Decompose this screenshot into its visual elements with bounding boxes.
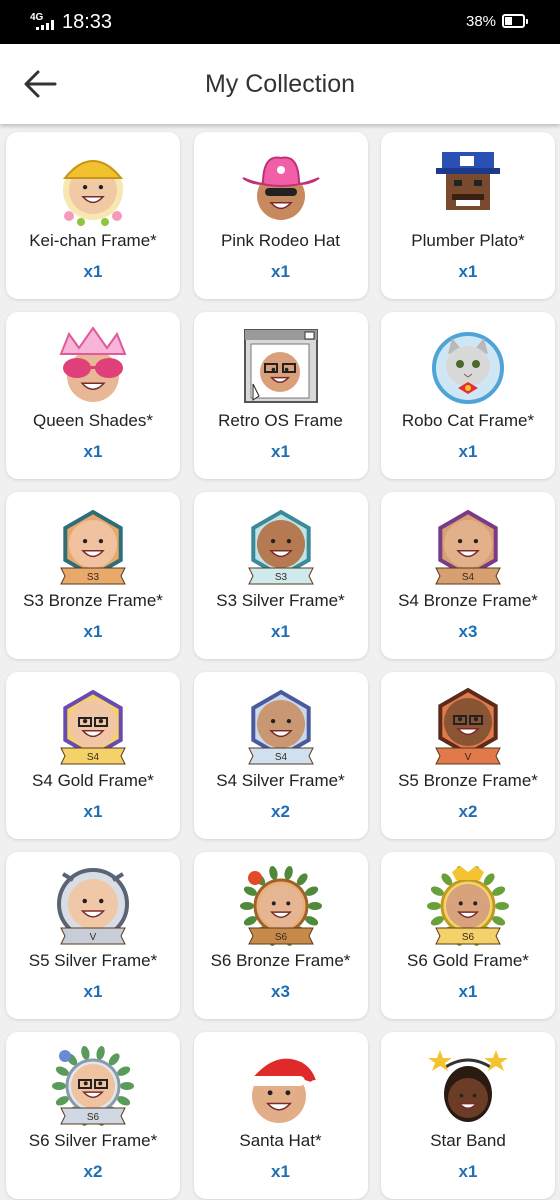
collection-grid: Kei-chan Frame* x1 Pink Rodeo Hat x1 Plumbe…	[6, 132, 555, 1199]
item-name: S6 Silver Frame*	[28, 1131, 158, 1150]
item-quantity: x1	[271, 622, 290, 641]
collection-item-card[interactable]: Robo Cat Frame* x1	[381, 312, 555, 479]
collection-item-card[interactable]: Santa Hat* x1	[193, 1032, 368, 1199]
item-name: S6 Gold Frame*	[407, 951, 529, 970]
s3-silver-frame-icon: S3	[239, 504, 323, 588]
item-name: S5 Silver Frame*	[28, 951, 158, 970]
pink-rodeo-hat-icon	[239, 144, 323, 228]
retro-os-frame-icon	[239, 324, 323, 408]
item-name: S4 Silver Frame*	[216, 771, 345, 790]
santa-hat-icon	[239, 1044, 323, 1128]
item-quantity: x1	[271, 262, 290, 281]
svg-text:V: V	[90, 932, 97, 943]
item-name: Robo Cat Frame*	[401, 411, 535, 430]
item-quantity: x1	[271, 442, 290, 461]
item-quantity: x1	[458, 982, 478, 1001]
svg-text:S6: S6	[274, 932, 287, 943]
collection-item-card[interactable]: S4 S4 Gold Frame* x1	[6, 672, 180, 839]
item-name: Pink Rodeo Hat	[220, 231, 341, 250]
collection-item-card[interactable]: Plumber Plato* x1	[381, 132, 555, 299]
s6-silver-frame-icon: S6	[51, 1044, 135, 1128]
battery-icon	[502, 14, 528, 28]
collection-item-card[interactable]: V S5 Silver Frame* x1	[6, 852, 180, 1019]
collection-item-card[interactable]: Star Band x1	[381, 1032, 555, 1199]
collection-item-card[interactable]: S3 S3 Bronze Frame* x1	[6, 492, 180, 659]
item-quantity: x2	[271, 802, 290, 821]
item-name: Queen Shades*	[32, 411, 154, 430]
collection-item-card[interactable]: S3 S3 Silver Frame* x1	[193, 492, 368, 659]
item-quantity: x1	[271, 1162, 290, 1181]
page-title: My Collection	[204, 70, 356, 98]
item-name: Plumber Plato*	[411, 231, 525, 250]
item-name: Retro OS Frame	[218, 411, 343, 430]
collection-item-card[interactable]: S4 S4 Bronze Frame* x3	[381, 492, 555, 659]
kei-chan-frame-icon	[51, 144, 135, 228]
s3-bronze-frame-icon: S3	[51, 504, 135, 588]
item-quantity: x1	[83, 802, 103, 821]
item-quantity: x1	[83, 442, 103, 461]
s5-bronze-frame-icon: V	[426, 684, 510, 768]
s4-bronze-frame-icon: S4	[426, 504, 510, 588]
battery-fill	[505, 17, 513, 25]
collection-item-card[interactable]: Queen Shades* x1	[6, 312, 180, 479]
svg-text:S6: S6	[87, 1112, 100, 1123]
item-name: Kei-chan Frame*	[29, 231, 157, 250]
collection-item-card[interactable]: V S5 Bronze Frame* x2	[381, 672, 555, 839]
item-name: S4 Bronze Frame*	[398, 591, 538, 610]
item-name: S6 Bronze Frame*	[210, 951, 351, 970]
item-name: S5 Bronze Frame*	[398, 771, 538, 790]
svg-text:V: V	[465, 752, 472, 763]
plumber-plato-icon	[426, 144, 510, 228]
item-quantity: x3	[458, 622, 478, 641]
item-quantity: x1	[458, 262, 478, 281]
item-quantity: x2	[458, 802, 478, 821]
status-bar: 4G 18:33 38%	[0, 0, 560, 44]
s4-gold-frame-icon: S4	[51, 684, 135, 768]
item-name: S4 Gold Frame*	[32, 771, 154, 790]
clock: 18:33	[62, 11, 113, 33]
collection-item-card[interactable]: S6 S6 Gold Frame* x1	[381, 852, 555, 1019]
item-quantity: x1	[83, 982, 103, 1001]
signal-icon	[36, 20, 56, 30]
robo-cat-frame-icon	[426, 324, 510, 408]
s4-silver-frame-icon: S4	[239, 684, 323, 768]
star-band-icon	[426, 1044, 510, 1128]
item-quantity: x3	[271, 982, 290, 1001]
item-quantity: x2	[83, 1162, 103, 1181]
s6-gold-frame-icon: S6	[426, 864, 510, 948]
item-name: S3 Bronze Frame*	[23, 591, 163, 610]
item-name: Star Band	[430, 1131, 506, 1150]
s5-silver-frame-icon: V	[51, 864, 135, 948]
collection-item-card[interactable]: Kei-chan Frame* x1	[6, 132, 180, 299]
item-name: S3 Silver Frame*	[216, 591, 345, 610]
item-quantity: x1	[83, 262, 103, 281]
app-header: My Collection	[0, 44, 560, 124]
collection-item-card[interactable]: Pink Rodeo Hat x1	[193, 132, 368, 299]
collection-item-card[interactable]: Retro OS Frame x1	[193, 312, 368, 479]
collection-item-card[interactable]: S4 S4 Silver Frame* x2	[193, 672, 368, 839]
svg-text:S3: S3	[87, 572, 100, 583]
item-name: Santa Hat*	[239, 1131, 322, 1150]
item-quantity: x1	[458, 1162, 478, 1181]
item-quantity: x1	[458, 442, 478, 461]
collection-item-card[interactable]: S6 S6 Silver Frame* x2	[6, 1032, 180, 1199]
collection-item-card[interactable]: S6 S6 Bronze Frame* x3	[193, 852, 368, 1019]
svg-text:S4: S4	[462, 572, 475, 583]
item-quantity: x1	[83, 622, 103, 641]
svg-text:S3: S3	[274, 572, 287, 583]
svg-text:S4: S4	[274, 752, 287, 763]
svg-text:S6: S6	[462, 932, 475, 943]
svg-text:S4: S4	[87, 752, 100, 763]
battery-percent: 38%	[466, 13, 497, 30]
s6-bronze-frame-icon: S6	[239, 864, 323, 948]
queen-shades-icon	[51, 324, 135, 408]
